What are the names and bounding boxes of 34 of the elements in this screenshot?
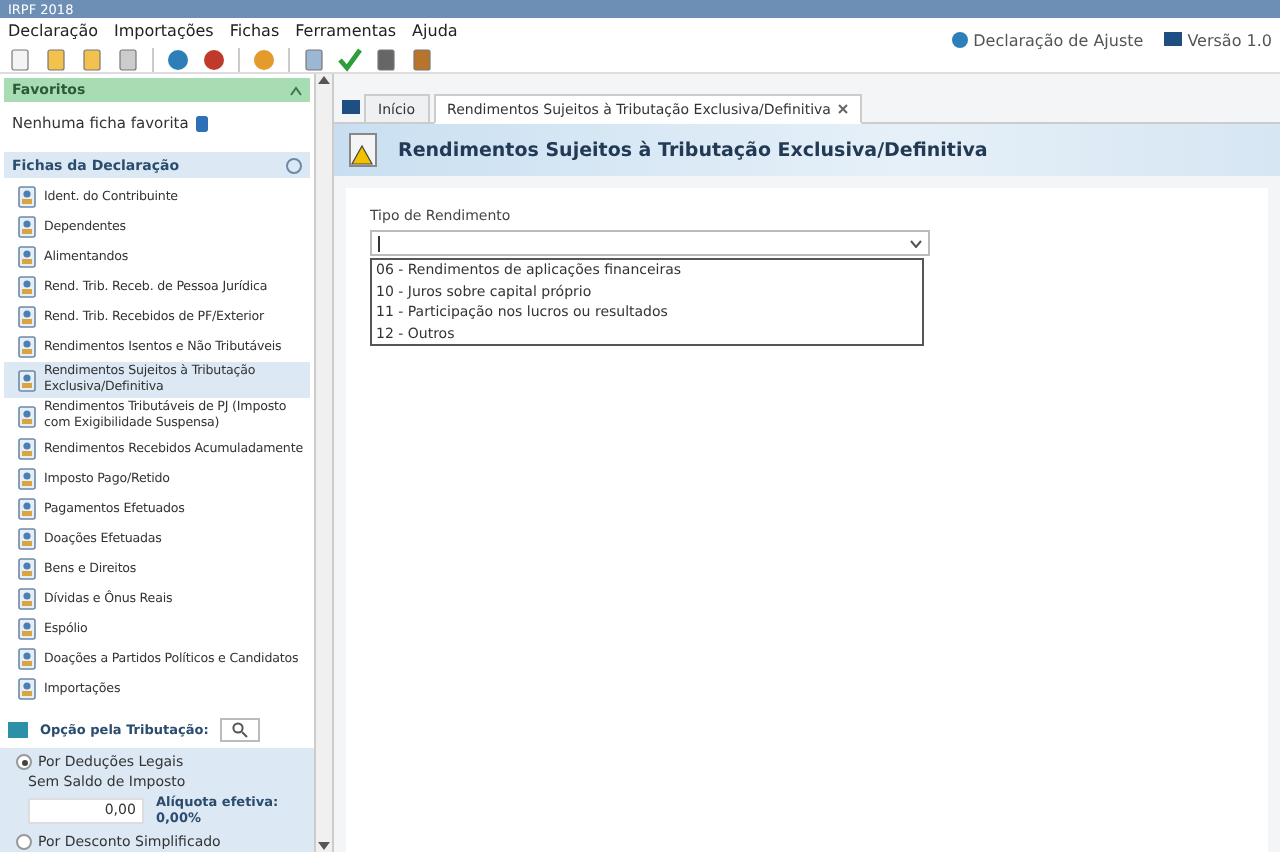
form-icon	[16, 558, 38, 580]
form-icon	[16, 186, 38, 208]
search-icon	[232, 722, 249, 738]
declaration-type[interactable]: Declaração de Ajuste	[951, 30, 1144, 50]
form-icon	[16, 528, 38, 550]
scroll-down-icon[interactable]	[318, 842, 330, 852]
form-icon	[16, 336, 38, 358]
form-icon	[16, 678, 38, 700]
menu-item[interactable]: Importações	[114, 22, 214, 40]
menu-item[interactable]: Declaração	[8, 22, 98, 40]
form-icon	[16, 306, 38, 328]
form-icon	[16, 648, 38, 670]
collapse-icon[interactable]	[286, 157, 302, 173]
warning-document-icon	[346, 132, 382, 168]
search-button[interactable]	[220, 718, 261, 742]
menu-item[interactable]: Fichas	[229, 22, 280, 40]
chevron-down-icon[interactable]	[910, 239, 922, 247]
version-label[interactable]: Versão 1.0	[1163, 30, 1272, 50]
form-icon	[16, 246, 38, 268]
menu-item[interactable]: Ajuda	[412, 22, 458, 40]
form-icon	[16, 438, 38, 460]
close-icon[interactable]	[838, 104, 849, 114]
form-icon	[16, 468, 38, 490]
checkmark-icon[interactable]	[338, 48, 362, 72]
form-icon	[16, 405, 38, 427]
form-icon	[16, 276, 38, 298]
menu-item[interactable]: Ferramentas	[295, 22, 397, 40]
page-title: Rendimentos Sujeitos à Tributação Exclusiva/Definitiva	[398, 139, 988, 161]
collapse-icon[interactable]	[290, 85, 302, 95]
form-icon	[16, 369, 38, 391]
form-icon	[16, 588, 38, 610]
form-icon	[16, 498, 38, 520]
form-icon	[16, 216, 38, 238]
form-icon	[16, 618, 38, 640]
